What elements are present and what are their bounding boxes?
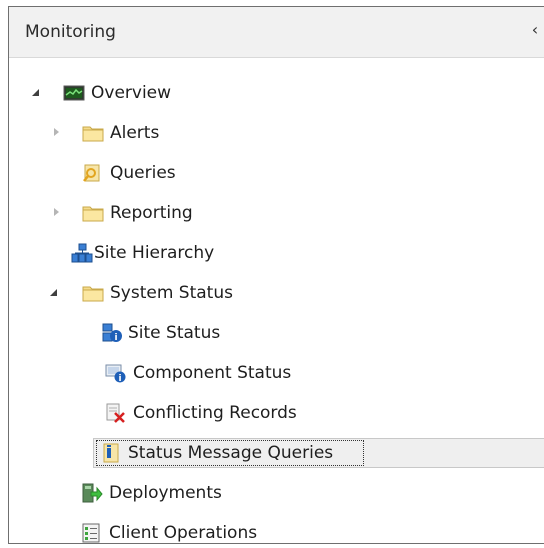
tree-item-deployments[interactable]: Deployments bbox=[9, 477, 544, 509]
pane-header: Monitoring ‹ bbox=[9, 7, 544, 58]
tree-item-label: Reporting bbox=[110, 203, 193, 223]
tree-item-reporting[interactable]: Reporting bbox=[9, 197, 544, 229]
tree-item-site-status[interactable]: i Site Status bbox=[9, 317, 544, 349]
tree-item-status-message-queries[interactable]: Status Message Queries bbox=[9, 437, 544, 469]
deployments-icon bbox=[81, 483, 103, 503]
tree-item-label: Status Message Queries bbox=[128, 443, 334, 463]
client-operations-icon bbox=[81, 523, 103, 543]
tree-item-overview[interactable]: Overview bbox=[9, 77, 544, 109]
queries-icon bbox=[82, 163, 104, 183]
tree-item-conflicting-records[interactable]: Conflicting Records bbox=[9, 397, 544, 429]
tree-item-component-status[interactable]: i Component Status bbox=[9, 357, 544, 389]
overview-monitor-icon bbox=[63, 83, 85, 103]
tree-item-client-operations[interactable]: Client Operations bbox=[9, 517, 544, 543]
folder-icon bbox=[82, 283, 104, 303]
tree-item-label: Conflicting Records bbox=[133, 403, 297, 423]
tree-item-label: Site Hierarchy bbox=[94, 243, 215, 263]
tree-item-label: Deployments bbox=[109, 483, 222, 503]
svg-text:i: i bbox=[118, 374, 121, 383]
tree-item-label: Queries bbox=[110, 163, 176, 183]
status-message-queries-icon bbox=[101, 443, 123, 463]
conflicting-records-icon bbox=[105, 403, 127, 423]
tree-item-label: Client Operations bbox=[109, 523, 258, 543]
tree-item-label: Overview bbox=[91, 83, 172, 103]
folder-icon bbox=[82, 123, 104, 143]
collapsed-arrow-icon[interactable] bbox=[51, 207, 63, 219]
folder-icon bbox=[82, 203, 104, 223]
site-status-icon: i bbox=[101, 323, 123, 343]
pane-title: Monitoring bbox=[25, 22, 116, 42]
tree-item-label: Component Status bbox=[133, 363, 292, 383]
expand-arrow-icon[interactable] bbox=[48, 287, 60, 299]
expand-arrow-icon[interactable] bbox=[30, 87, 42, 99]
collapsed-arrow-icon[interactable] bbox=[51, 127, 63, 139]
tree-item-label: System Status bbox=[110, 283, 233, 303]
tree-item-alerts[interactable]: Alerts bbox=[9, 117, 544, 149]
site-hierarchy-icon bbox=[71, 243, 93, 263]
component-status-icon: i bbox=[105, 363, 127, 383]
monitoring-navigation-pane: Monitoring ‹ Overview Alerts Queries Rep… bbox=[8, 6, 544, 544]
collapse-pane-button[interactable]: ‹ bbox=[528, 19, 542, 41]
tree-item-site-hierarchy[interactable]: Site Hierarchy bbox=[9, 237, 544, 269]
tree-item-system-status[interactable]: System Status bbox=[9, 277, 544, 309]
tree-item-label: Alerts bbox=[110, 123, 160, 143]
svg-text:i: i bbox=[114, 333, 117, 343]
tree-item-queries[interactable]: Queries bbox=[9, 157, 544, 189]
tree-item-label: Site Status bbox=[128, 323, 221, 343]
